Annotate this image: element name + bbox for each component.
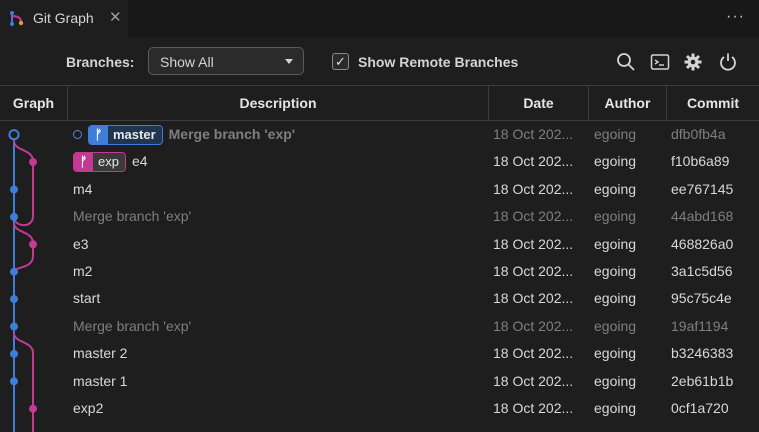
date-cell: 18 Oct 202... <box>493 317 574 334</box>
date-cell: 18 Oct 202... <box>493 235 574 252</box>
column-header-description[interactable]: Description <box>68 86 488 120</box>
table-row[interactable]: master 1 18 Oct 202... egoing 2eb61b1b <box>0 368 759 395</box>
commit-hash-cell: 95c75c4e <box>671 290 732 307</box>
chevron-down-icon <box>285 59 293 64</box>
commit-hash-cell: 2eb61b1b <box>671 372 734 389</box>
author-cell: egoing <box>594 208 637 225</box>
checkmark-icon: ✓ <box>335 54 346 69</box>
commit-message: Merge branch 'exp' <box>168 126 296 142</box>
tab-git-graph[interactable]: Git Graph ✕ <box>0 0 128 37</box>
branch-icon: ᚠ <box>89 125 108 144</box>
head-indicator-icon <box>73 130 82 139</box>
table-row[interactable]: start 18 Oct 202... egoing 95c75c4e <box>0 285 759 312</box>
table-row[interactable]: m4 18 Oct 202... egoing ee767145 <box>0 176 759 203</box>
commit-hash-cell: b3246383 <box>671 345 734 362</box>
author-cell: egoing <box>594 400 637 416</box>
commit-message: m4 <box>73 180 93 197</box>
branch-ref-label: exp <box>93 152 125 171</box>
description-cell: master 1 <box>73 368 485 395</box>
description-cell: m2 <box>73 258 485 285</box>
commit-hash-cell: 44abd168 <box>671 208 734 225</box>
table-row[interactable]: ᚠ exp e4 18 Oct 202... egoing f10b6a89 <box>0 148 759 175</box>
author-cell: egoing <box>594 345 637 362</box>
author-cell: egoing <box>594 153 637 170</box>
date-cell: 18 Oct 202... <box>493 345 574 362</box>
commit-message: master 1 <box>73 372 128 389</box>
date-cell: 18 Oct 202... <box>493 290 574 307</box>
author-cell: egoing <box>594 372 637 389</box>
author-cell: egoing <box>594 263 637 279</box>
search-icon[interactable] <box>616 52 636 72</box>
author-cell: egoing <box>594 317 637 334</box>
branch-select[interactable]: Show All <box>148 47 304 75</box>
commit-message: e3 <box>73 235 89 252</box>
column-header-commit[interactable]: Commit <box>667 86 759 120</box>
date-cell: 18 Oct 202... <box>493 400 574 416</box>
commit-message: Merge branch 'exp' <box>73 317 192 334</box>
description-cell: start <box>73 285 485 312</box>
description-cell: Merge branch 'exp' <box>73 203 485 230</box>
branch-ref-badge[interactable]: ᚠ exp <box>73 151 126 172</box>
column-header-author[interactable]: Author <box>589 86 666 120</box>
date-cell: 18 Oct 202... <box>493 180 574 197</box>
gear-icon[interactable] <box>683 52 703 72</box>
commit-message: exp2 <box>73 400 104 416</box>
branch-ref-badge[interactable]: ᚠ master <box>88 124 163 145</box>
author-cell: egoing <box>594 126 637 142</box>
description-cell: e3 <box>73 231 485 258</box>
author-cell: egoing <box>594 235 637 252</box>
table-row[interactable]: e3 18 Oct 202... egoing 468826a0 <box>0 231 759 258</box>
close-icon[interactable]: ✕ <box>109 8 122 26</box>
commit-hash-cell: 3a1c5d56 <box>671 263 733 279</box>
tab-title: Git Graph <box>33 10 94 26</box>
table-row[interactable]: Merge branch 'exp' 18 Oct 202... egoing 19a… <box>0 313 759 340</box>
table-row[interactable]: m2 18 Oct 202... egoing 3a1c5d56 <box>0 258 759 285</box>
commit-hash-cell: 0cf1a720 <box>671 400 729 416</box>
column-header-date[interactable]: Date <box>489 86 588 120</box>
description-cell: exp2 <box>73 395 485 422</box>
commit-hash-cell: 468826a0 <box>671 235 734 252</box>
author-cell: egoing <box>594 180 637 197</box>
branch-ref-label: master <box>108 125 162 144</box>
description-cell: m4 <box>73 176 485 203</box>
commit-table-body: ᚠ master Merge branch 'exp' 18 Oct 202... eg… <box>0 121 759 432</box>
description-cell: master 2 <box>73 340 485 367</box>
table-row[interactable]: master 2 18 Oct 202... egoing b3246383 <box>0 340 759 367</box>
branch-select-value: Show All <box>160 54 214 70</box>
commit-message: start <box>73 290 101 307</box>
commit-hash-cell: 19af1194 <box>671 317 729 334</box>
table-row[interactable]: exp2 18 Oct 202... egoing 0cf1a720 <box>0 395 759 422</box>
table-row[interactable]: Merge branch 'exp' 18 Oct 202... egoing 44a… <box>0 203 759 230</box>
commit-hash-cell: dfb0fb4a <box>671 126 726 142</box>
date-cell: 18 Oct 202... <box>493 263 574 279</box>
branch-icon: ᚠ <box>74 152 93 171</box>
date-cell: 18 Oct 202... <box>493 372 574 389</box>
show-remote-checkbox[interactable]: ✓ <box>332 53 349 70</box>
table-header: Graph Description Date Author Commit <box>0 85 759 121</box>
commit-message: Merge branch 'exp' <box>73 208 192 225</box>
date-cell: 18 Oct 202... <box>493 126 574 142</box>
controls-bar: Branches: Show All ✓ Show Remote Branche… <box>0 37 759 85</box>
table-row[interactable]: ᚠ master Merge branch 'exp' 18 Oct 202... eg… <box>0 121 759 148</box>
git-graph-icon <box>10 11 24 26</box>
date-cell: 18 Oct 202... <box>493 153 574 170</box>
more-actions-icon[interactable]: ··· <box>726 8 745 26</box>
author-cell: egoing <box>594 290 637 307</box>
commit-message: e4 <box>131 153 148 170</box>
commit-hash-cell: ee767145 <box>671 180 734 197</box>
commit-message: m2 <box>73 263 93 279</box>
show-remote-label[interactable]: Show Remote Branches <box>358 54 518 70</box>
commit-hash-cell: f10b6a89 <box>671 153 730 170</box>
description-cell: ᚠ master Merge branch 'exp' <box>73 121 485 148</box>
description-cell: ᚠ exp e4 <box>73 148 485 175</box>
branches-label: Branches: <box>66 54 135 70</box>
refresh-icon[interactable] <box>718 52 738 72</box>
description-cell: Merge branch 'exp' <box>73 313 485 340</box>
editor-tab-bar: Git Graph ✕ ··· <box>0 0 759 37</box>
column-header-graph[interactable]: Graph <box>0 86 67 120</box>
date-cell: 18 Oct 202... <box>493 208 574 225</box>
commit-message: master 2 <box>73 345 128 362</box>
terminal-icon[interactable] <box>650 52 670 72</box>
